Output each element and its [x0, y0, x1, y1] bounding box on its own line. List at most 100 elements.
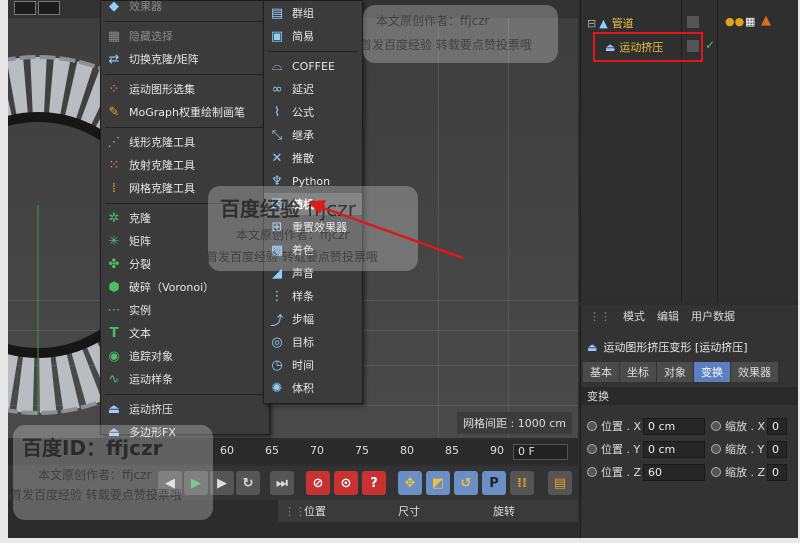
animate-radio[interactable]	[711, 467, 721, 477]
menu-item-hide-selection[interactable]: ▦ 隐藏选择	[101, 25, 269, 47]
checker-tag-icon: ▦	[745, 15, 756, 28]
menu-item-weight-brush[interactable]: ✎ MoGraph权重绘制画笔	[101, 101, 269, 123]
autokey-icon[interactable]: ⊙	[334, 471, 358, 495]
tree-toggle-icon[interactable]: ⊟	[587, 17, 596, 30]
scale-x-field[interactable]: 0	[767, 417, 787, 435]
menu-item-coffee[interactable]: ⌓ COFFEE	[264, 55, 362, 77]
radial-clone-icon: ⁙	[108, 157, 120, 173]
menu-item-plain[interactable]: ▣ 简易	[264, 25, 362, 47]
watermark-text: 本文原创作者：ffjczr	[38, 468, 152, 482]
loop-icon[interactable]: ↻	[236, 471, 260, 495]
menu-item-inheritance[interactable]: ⤡ 继承	[264, 124, 362, 146]
param-icon[interactable]: P	[482, 471, 506, 495]
menu-mode[interactable]: 模式	[623, 308, 645, 324]
group-icon: ▤	[270, 5, 284, 21]
scale-icon[interactable]: ◩	[426, 471, 450, 495]
timeline-tick: 85	[445, 444, 459, 457]
object-manager: ⊟ ▲ 管道 ⏏ 运动挤压 ✓ ●● ▦ ▲	[580, 0, 798, 302]
menu-item-effector[interactable]: ◆ 效果器	[101, 0, 269, 17]
attribute-manager: ⋮⋮ 模式 编辑 用户数据 ⏏ 运动图形挤压变形 [运动挤压] 基本 坐标 对象…	[580, 305, 798, 538]
push-apart-icon: ✕	[271, 150, 283, 166]
position-y-field[interactable]: 0 cm	[643, 440, 705, 458]
watermark-text: 本文原创作者：ffjczr	[376, 14, 490, 28]
position-x-field[interactable]: 0 cm	[643, 417, 705, 435]
menu-item-instance[interactable]: ⋯ 实例	[101, 299, 269, 321]
current-frame-field[interactable]: 0 F	[513, 444, 568, 460]
coord-position-label: 位置	[304, 505, 326, 518]
menu-item-text[interactable]: T 文本	[101, 322, 269, 344]
menu-item-toggle-clone[interactable]: ⇄ 切换克隆/矩阵	[101, 48, 269, 70]
menu-item-motion-spline[interactable]: ∿ 运动样条	[101, 368, 269, 390]
enabled-check-icon[interactable]: ✓	[705, 38, 715, 52]
menu-item-delay[interactable]: ∞ 延迟	[264, 78, 362, 100]
next-key-button[interactable]: ▶	[210, 471, 234, 495]
viewport-button[interactable]	[38, 1, 60, 15]
delay-icon: ∞	[271, 81, 283, 97]
mograph-selection-icon: ⁘	[108, 81, 120, 97]
menu-item-voronoi[interactable]: ⬢ 破碎（Voronoi）	[101, 276, 269, 298]
film-strip-icon[interactable]: ▤	[548, 471, 572, 495]
grip-icon: ⋮⋮	[284, 504, 306, 518]
app-window: 网格间距 : 1000 cm ◆ 效果器 ▦ 隐藏选择 ⇄ 切换克隆/矩阵 ⁘ …	[8, 0, 798, 538]
menu-item-radial-clone[interactable]: ⁙ 放射克隆工具	[101, 154, 269, 176]
material-tag-icon: ▲	[761, 13, 771, 28]
animate-radio[interactable]	[711, 421, 721, 431]
toggle-clone-icon: ⇄	[108, 51, 120, 67]
grip-icon: ⋮⋮	[589, 309, 611, 323]
grid-points-icon[interactable]: ⁞⁞	[510, 471, 534, 495]
grid-line	[438, 0, 439, 438]
menu-edit[interactable]: 编辑	[657, 308, 679, 324]
target-icon: ◎	[271, 334, 283, 350]
rotate-icon[interactable]: ↺	[454, 471, 478, 495]
object-type-icon: ▲	[599, 16, 608, 30]
attribute-menubar: ⋮⋮ 模式 编辑 用户数据	[581, 305, 798, 327]
menu-item-time[interactable]: ◷ 时间	[264, 354, 362, 376]
menu-item-linear-clone[interactable]: ⋰ 线形克隆工具	[101, 131, 269, 153]
menu-item-target[interactable]: ◎ 目标	[264, 331, 362, 353]
animate-radio[interactable]	[587, 421, 597, 431]
tab-coord[interactable]: 坐标	[620, 362, 656, 382]
menu-item-spline[interactable]: ⋮ 样条	[264, 285, 362, 307]
timeline-tick: 60	[220, 444, 234, 457]
attribute-title: ⏏ 运动图形挤压变形 [运动挤压]	[587, 340, 748, 355]
animate-radio[interactable]	[587, 444, 597, 454]
menu-item-extrude[interactable]: ⏏ 运动挤压	[101, 398, 269, 420]
menu-item-formula[interactable]: ⌇ 公式	[264, 101, 362, 123]
menu-item-group[interactable]: ▤ 群组	[264, 2, 362, 24]
menu-item-tracer[interactable]: ◉ 追踪对象	[101, 345, 269, 367]
tab-object[interactable]: 对象	[657, 362, 693, 382]
attribute-tabs: 基本 坐标 对象 变换 效果器	[581, 362, 798, 382]
menu-item-mograph-selection[interactable]: ⁘ 运动图形选集	[101, 78, 269, 100]
formula-icon: ⌇	[273, 104, 281, 120]
tab-transform[interactable]: 变换	[694, 362, 730, 382]
tab-effectors[interactable]: 效果器	[731, 362, 778, 382]
viewport-button[interactable]	[14, 1, 36, 15]
animate-radio[interactable]	[711, 444, 721, 454]
move-icon[interactable]: ✥	[398, 471, 422, 495]
param-row: 位置 . X 0 cm 缩放 . X 0	[581, 415, 798, 437]
plain-icon: ▣	[270, 28, 284, 44]
grid-clone-icon: ⁞	[111, 180, 117, 196]
position-z-field[interactable]: 60	[643, 463, 705, 481]
grid-spacing-label: 网格间距 : 1000 cm	[457, 412, 572, 434]
weight-brush-icon: ✎	[108, 104, 120, 120]
param-row: 位置 . Y 0 cm 缩放 . Y 0	[581, 438, 798, 460]
extrude-object-icon: ⏏	[587, 340, 598, 354]
menu-user-data[interactable]: 用户数据	[691, 308, 735, 324]
menu-separator	[105, 21, 265, 22]
menu-item-step[interactable]: ⤴ 步幅	[264, 308, 362, 330]
menu-item-volume[interactable]: ✺ 体积	[264, 377, 362, 399]
linear-clone-icon: ⋰	[107, 134, 121, 150]
tab-basic[interactable]: 基本	[583, 362, 619, 382]
scale-z-field[interactable]: 0	[767, 463, 787, 481]
scale-y-field[interactable]: 0	[767, 440, 787, 458]
goto-end-button[interactable]: ⏭	[270, 471, 294, 495]
menu-item-push-apart[interactable]: ✕ 推散	[264, 147, 362, 169]
keyframe-help-icon[interactable]: ?	[362, 471, 386, 495]
menu-separator	[105, 394, 265, 395]
animate-radio[interactable]	[587, 467, 597, 477]
object-row-parent[interactable]: ⊟ ▲ 管道	[587, 14, 634, 32]
record-key-icon[interactable]: ⊘	[306, 471, 330, 495]
visibility-toggle[interactable]	[687, 16, 699, 28]
voronoi-icon: ⬢	[108, 279, 120, 295]
